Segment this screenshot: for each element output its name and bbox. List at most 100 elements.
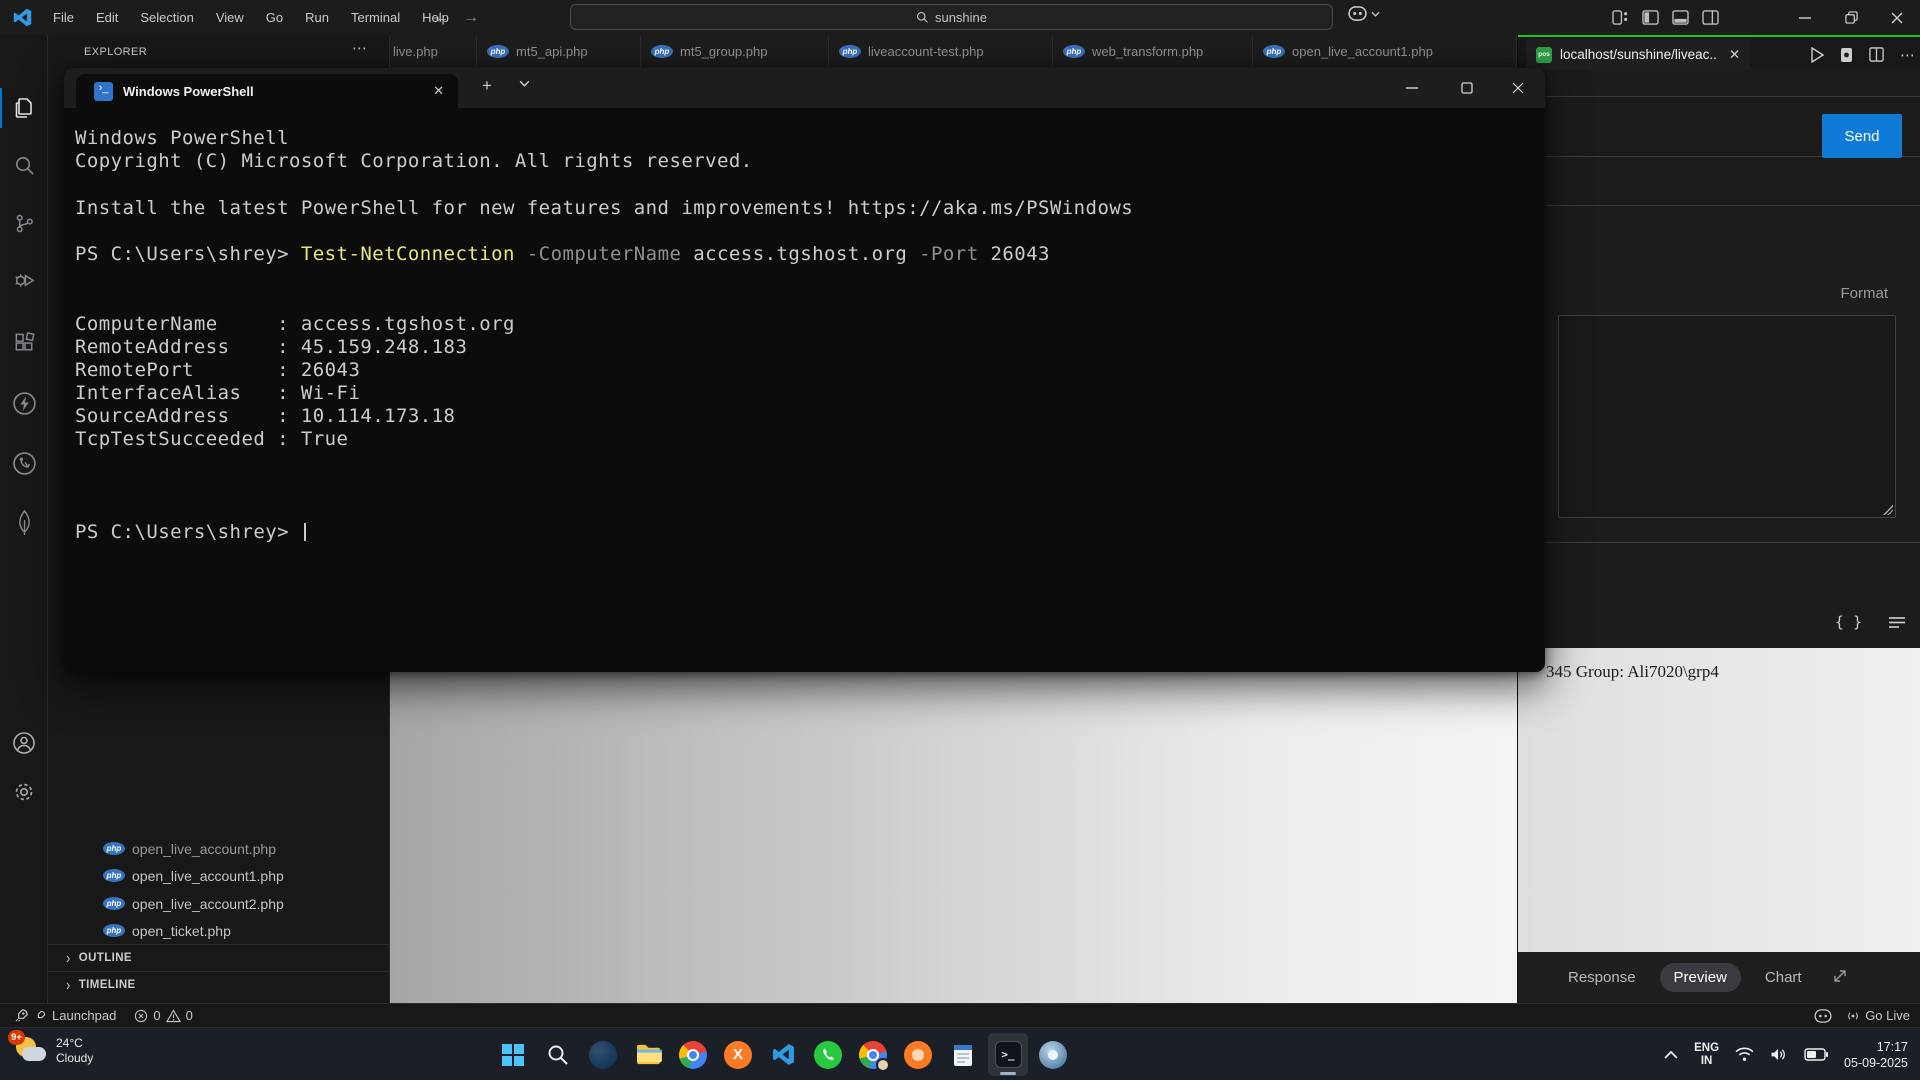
request-body-textarea[interactable]	[1558, 315, 1896, 518]
toggle-primary-sidebar-icon[interactable]	[1642, 10, 1659, 25]
split-editor-icon[interactable]	[1869, 47, 1884, 62]
json-format-icon[interactable]: { }	[1835, 613, 1862, 631]
toggle-secondary-sidebar-icon[interactable]	[1702, 10, 1719, 25]
copilot-status-icon[interactable]	[1814, 1009, 1832, 1023]
menu-run[interactable]: Run	[294, 5, 340, 31]
menu-terminal[interactable]: Terminal	[340, 5, 411, 31]
divider	[1518, 205, 1920, 206]
account-icon[interactable]	[0, 723, 48, 763]
menu-edit[interactable]: Edit	[85, 5, 129, 31]
terminal-close-button[interactable]	[1495, 68, 1541, 108]
terminal-minimize-button[interactable]	[1389, 68, 1435, 108]
timeline-section[interactable]: › TIMELINE	[48, 971, 389, 997]
extensions-icon[interactable]	[0, 323, 48, 363]
php-file-icon: php	[103, 924, 125, 937]
weather-widget[interactable]: 9+ 24°C Cloudy	[14, 1034, 93, 1068]
taskbar-whatsapp-icon[interactable]	[808, 1033, 848, 1076]
editor-tab-open_live_account1.php[interactable]: phpopen_live_account1.php	[1253, 35, 1517, 68]
terminal-output[interactable]: Windows PowerShellCopyright (C) Microsof…	[64, 108, 1545, 672]
format-label[interactable]: Format	[1840, 285, 1888, 302]
taskbar-chrome-profile-icon[interactable]	[853, 1033, 893, 1076]
window-restore-button[interactable]	[1828, 0, 1874, 35]
editor-tab-web_transform.php[interactable]: phpweb_transform.php	[1053, 35, 1253, 68]
taskbar-chrome-icon[interactable]	[673, 1033, 713, 1076]
share-icon[interactable]	[0, 443, 48, 483]
run-debug-icon[interactable]	[0, 260, 48, 300]
customize-layout-icon[interactable]	[1612, 10, 1629, 25]
file-item[interactable]: phpopen_live_account1.php	[48, 862, 389, 889]
menu-file[interactable]: File	[42, 5, 85, 31]
thunder-client-icon[interactable]	[0, 383, 48, 423]
tab-close-icon[interactable]: ✕	[1729, 47, 1740, 63]
explorer-more-actions-icon[interactable]: ⋯	[352, 39, 367, 57]
taskbar-search-icon[interactable]	[538, 1033, 578, 1076]
taskbar-vscode-icon[interactable]	[763, 1033, 803, 1076]
expand-diagonal-icon[interactable]	[1832, 968, 1848, 987]
taskbar-terminal-icon[interactable]: >_	[988, 1033, 1028, 1076]
settings-gear-icon[interactable]	[0, 772, 48, 812]
terminal-titlebar[interactable]: ›_ Windows PowerShell ✕ +	[64, 68, 1545, 108]
taskbar-edge-icon[interactable]	[583, 1033, 623, 1076]
window-close-button[interactable]	[1874, 0, 1920, 35]
editor-tab-liveaccount-test.php[interactable]: phpliveaccount-test.php	[829, 35, 1053, 68]
search-icon[interactable]	[0, 145, 48, 185]
go-live-status-item[interactable]: Go Live	[1846, 1008, 1910, 1023]
align-lines-icon[interactable]	[1888, 616, 1906, 629]
taskbar-notepad-icon[interactable]	[943, 1033, 983, 1076]
taskbar-xampp-alt-icon[interactable]	[898, 1033, 938, 1076]
copilot-menu[interactable]	[1348, 6, 1380, 21]
editor-tab-live.php[interactable]: live.php	[390, 35, 477, 68]
battery-icon[interactable]	[1804, 1048, 1828, 1061]
terminal-line: InterfaceAlias : Wi-Fi	[75, 382, 1545, 405]
tab-dropdown-icon[interactable]	[519, 80, 530, 87]
toggle-panel-icon[interactable]	[1672, 10, 1689, 25]
open-in-device-icon[interactable]	[1840, 47, 1853, 63]
menu-view[interactable]: View	[205, 5, 255, 31]
editor-tab-mt5_group.php[interactable]: phpmt5_group.php	[641, 35, 829, 68]
back-button[interactable]: ←	[433, 9, 449, 27]
menu-go[interactable]: Go	[255, 5, 294, 31]
tray-chevron-up-icon[interactable]	[1664, 1051, 1678, 1059]
resize-grip-icon[interactable]	[1883, 505, 1893, 515]
mongodb-icon[interactable]	[0, 503, 48, 543]
send-button[interactable]: Send	[1822, 114, 1902, 158]
terminal-line: RemotePort : 26043	[75, 359, 1545, 382]
more-actions-icon[interactable]: ⋯	[1900, 46, 1915, 64]
terminal-line: PS C:\Users\shrey> Test-NetConnection -C…	[75, 243, 1545, 266]
file-item[interactable]: phpopen_live_account.php	[48, 835, 389, 862]
terminal-maximize-button[interactable]	[1444, 68, 1490, 108]
source-control-icon[interactable]	[0, 203, 48, 243]
terminal-tab[interactable]: ›_ Windows PowerShell ✕	[76, 74, 458, 108]
explorer-icon[interactable]	[0, 88, 48, 128]
editor-tab-mt5_api.php[interactable]: phpmt5_api.php	[477, 35, 641, 68]
menu-selection[interactable]: Selection	[129, 5, 204, 31]
launchpad-status-item[interactable]: Launchpad	[14, 1008, 116, 1023]
wifi-icon[interactable]	[1735, 1047, 1754, 1062]
tab-localhost-preview[interactable]: pos localhost/sunshine/liveac.. ✕	[1526, 39, 1750, 70]
forward-button[interactable]: →	[463, 9, 479, 27]
response-tab-preview[interactable]: Preview	[1660, 963, 1741, 992]
taskbar-start-icon[interactable]	[493, 1033, 533, 1076]
file-item[interactable]: phpopen_live_account2.php	[48, 890, 389, 917]
taskbar-app-misc-icon[interactable]	[1033, 1033, 1073, 1076]
response-tab-chart[interactable]: Chart	[1751, 963, 1816, 992]
file-name: open_live_account1.php	[132, 868, 284, 884]
new-tab-button[interactable]: +	[482, 76, 492, 96]
clock-widget[interactable]: 17:17 05-09-2025	[1844, 1039, 1908, 1071]
language-indicator[interactable]: ENG IN	[1694, 1042, 1719, 1068]
command-search-box[interactable]: sunshine	[570, 4, 1333, 30]
taskbar-file-explorer-icon[interactable]	[628, 1033, 668, 1076]
taskbar-xampp-icon[interactable]: X	[718, 1033, 758, 1076]
url-input[interactable]	[1518, 97, 1818, 158]
volume-icon[interactable]	[1770, 1047, 1788, 1062]
menu-bar: FileEditSelectionViewGoRunTerminalHelp	[42, 0, 460, 35]
vscode-titlebar: FileEditSelectionViewGoRunTerminalHelp ←…	[0, 0, 1920, 35]
broadcast-icon	[1846, 1009, 1860, 1023]
file-item[interactable]: phpopen_ticket.php	[48, 917, 389, 944]
run-file-icon[interactable]	[1810, 47, 1824, 63]
response-tab-response[interactable]: Response	[1554, 963, 1650, 992]
outline-section[interactable]: › OUTLINE	[48, 944, 389, 970]
terminal-tab-close-icon[interactable]: ✕	[433, 83, 444, 99]
problems-status-item[interactable]: 0 0	[134, 1008, 192, 1023]
window-minimize-button[interactable]	[1782, 0, 1828, 35]
